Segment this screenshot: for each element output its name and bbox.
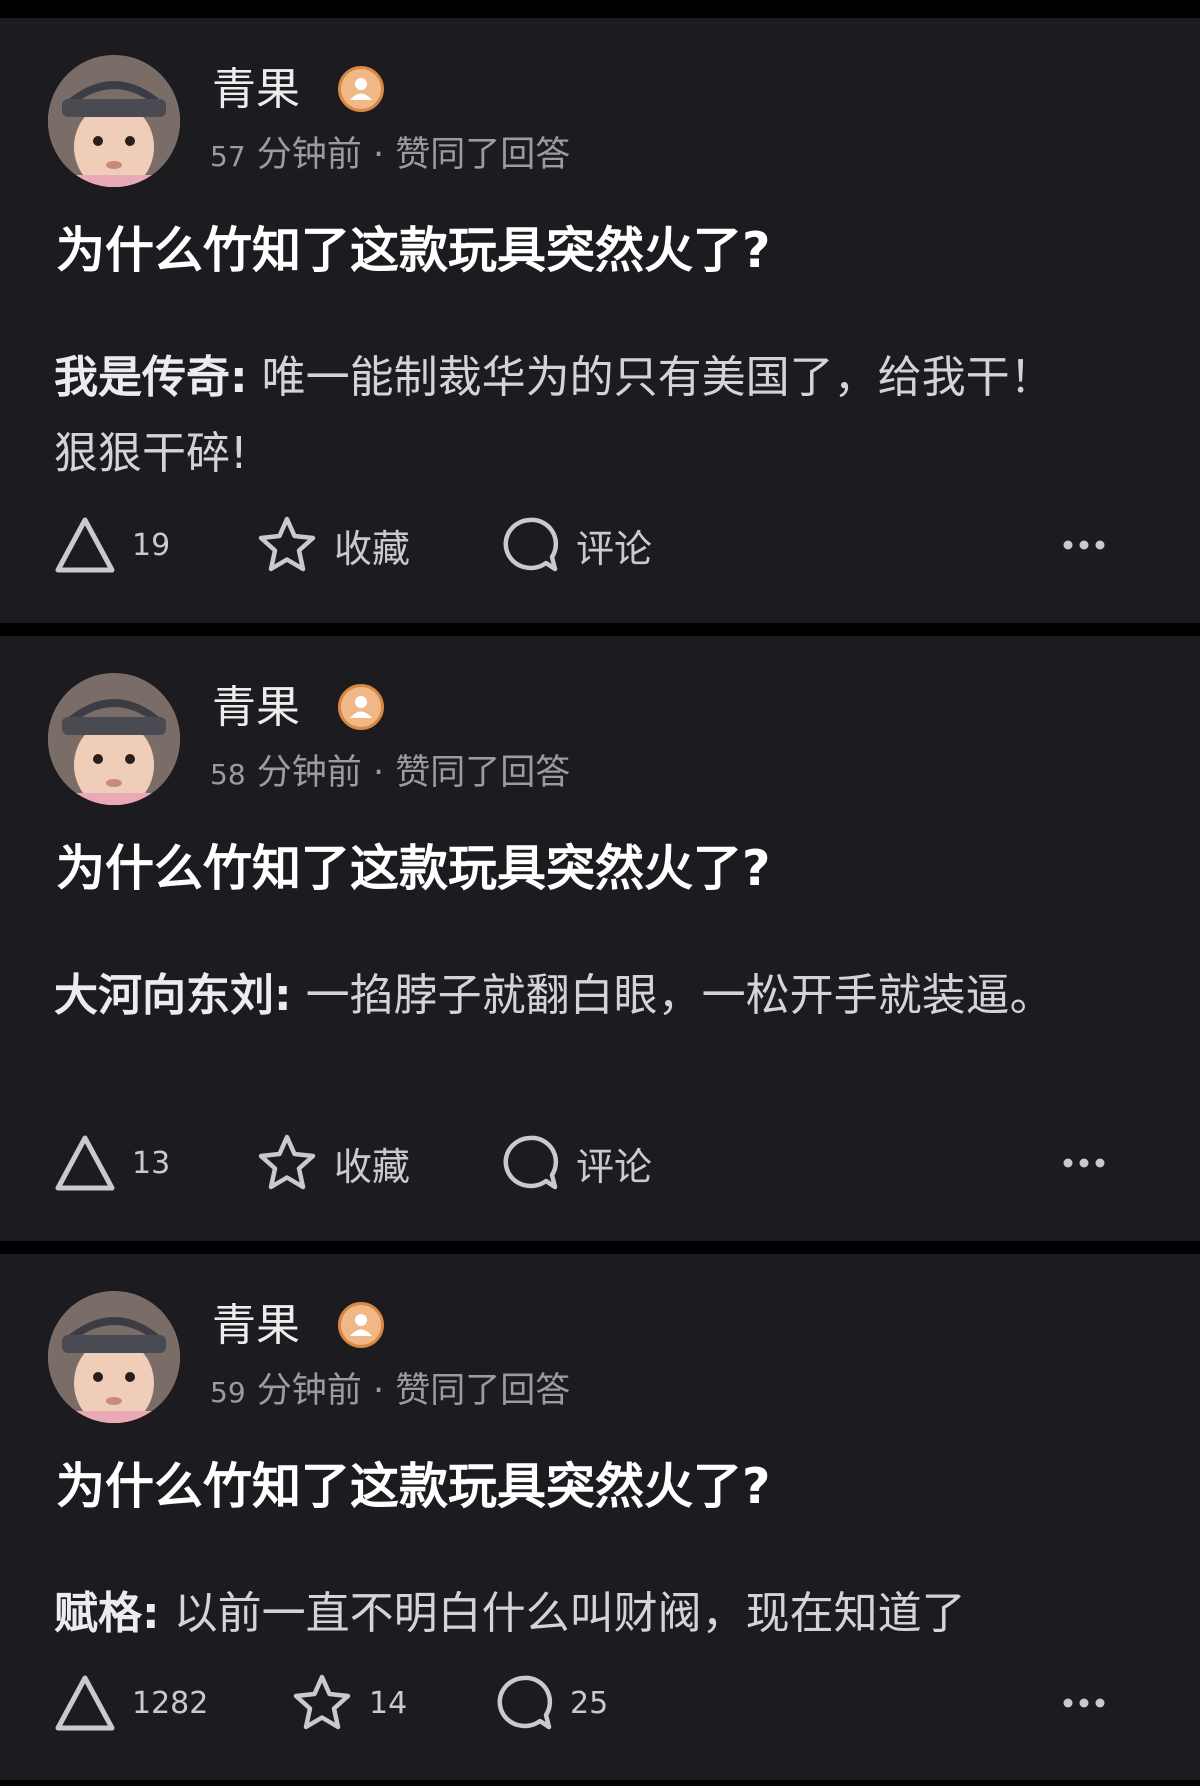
more-dots-icon [1063,1698,1105,1708]
upvote-triangle-icon [55,1675,115,1731]
answer-excerpt[interactable]: 大河向东刘: 一掐脖子就翻白眼，一松开手就装逼。 [54,958,1074,1034]
upvote-button[interactable]: 19 [54,510,170,580]
favorite-count: 14 [369,1685,408,1721]
comment-bubble-icon [497,1675,553,1730]
upvote-count: 13 [132,1145,171,1181]
avatar[interactable] [48,673,180,805]
avatar[interactable] [48,55,180,187]
activity-action: 赞同了回答 [395,1371,571,1411]
star-icon [293,1674,351,1730]
activity-feed: 青果 57 分钟前 · 赞同了回答 为什么竹知了这款玩具突然火了? 我是传奇: … [0,0,1200,1786]
upvote-button[interactable]: 13 [54,1128,170,1198]
time-unit: 分钟前 [256,1371,362,1411]
upvote-triangle-icon [55,1135,115,1191]
answer-excerpt[interactable]: 赋格: 以前一直不明白什么叫财阀，现在知道了 [54,1576,1074,1652]
activity-meta: 59 分钟前 · 赞同了回答 [210,1366,570,1418]
activity-action: 赞同了回答 [395,135,571,175]
comment-label: 评论 [576,526,653,571]
comment-bubble-icon [503,517,559,572]
favorite-button[interactable]: 收藏 [256,1128,410,1198]
feed-card[interactable]: 青果 57 分钟前 · 赞同了回答 为什么竹知了这款玩具突然火了? 我是传奇: … [0,18,1200,623]
username[interactable]: 青果 [212,60,300,120]
answer-colon: : [142,1588,160,1639]
time-unit: 分钟前 [256,135,362,175]
upvote-triangle-icon [55,517,115,573]
comment-button[interactable]: 评论 [500,1128,652,1198]
activity-meta: 57 分钟前 · 赞同了回答 [210,130,570,182]
avatar[interactable] [48,1291,180,1423]
more-button[interactable] [1062,510,1106,580]
more-button[interactable] [1062,1128,1106,1198]
comment-count: 25 [570,1685,609,1721]
favorite-button[interactable]: 14 [291,1668,407,1738]
activity-action: 赞同了回答 [395,753,571,793]
answer-author: 大河向东刘 [54,970,274,1021]
more-button[interactable] [1062,1668,1106,1738]
activity-meta: 58 分钟前 · 赞同了回答 [210,748,570,800]
user-badge-icon [338,1302,384,1348]
time-unit: 分钟前 [256,753,362,793]
upvote-count: 19 [132,527,171,563]
star-icon [258,1134,316,1190]
question-title[interactable]: 为什么竹知了这款玩具突然火了? [56,834,770,904]
answer-colon: : [230,352,248,403]
answer-author: 我是传奇 [54,352,230,403]
time-number: 59 [210,1376,246,1409]
user-badge-icon [338,66,384,112]
username[interactable]: 青果 [212,678,300,738]
favorite-label: 收藏 [334,1144,411,1189]
action-bar: 1282 14 25 [54,1668,1154,1738]
upvote-button[interactable]: 1282 [54,1668,208,1738]
feed-card[interactable]: 青果 58 分钟前 · 赞同了回答 为什么竹知了这款玩具突然火了? 大河向东刘:… [0,636,1200,1241]
comment-label: 评论 [576,1144,653,1189]
time-number: 58 [210,758,246,791]
answer-text: 以前一直不明白什么叫财阀，现在知道了 [173,1588,966,1639]
meta-separator: · [372,135,385,175]
user-badge-icon [338,684,384,730]
comment-bubble-icon [503,1135,559,1190]
more-dots-icon [1063,540,1105,550]
question-title[interactable]: 为什么竹知了这款玩具突然火了? [56,216,770,286]
username[interactable]: 青果 [212,1296,300,1356]
answer-text: 一掐脖子就翻白眼，一松开手就装逼。 [305,970,1054,1021]
action-bar: 19 收藏 评论 [54,510,1154,580]
question-title[interactable]: 为什么竹知了这款玩具突然火了? [56,1452,770,1522]
favorite-button[interactable]: 收藏 [256,510,410,580]
comment-button[interactable]: 评论 [500,510,652,580]
feed-card[interactable]: 青果 59 分钟前 · 赞同了回答 为什么竹知了这款玩具突然火了? 赋格: 以前… [0,1254,1200,1780]
answer-author: 赋格 [54,1588,142,1639]
meta-separator: · [372,753,385,793]
more-dots-icon [1063,1158,1105,1168]
meta-separator: · [372,1371,385,1411]
time-number: 57 [210,140,246,173]
answer-excerpt[interactable]: 我是传奇: 唯一能制裁华为的只有美国了，给我干！狠狠干碎! [54,340,1074,492]
favorite-label: 收藏 [334,526,411,571]
action-bar: 13 收藏 评论 [54,1128,1154,1198]
answer-colon: : [274,970,292,1021]
upvote-count: 1282 [132,1685,209,1721]
star-icon [258,516,316,572]
comment-button[interactable]: 25 [494,1668,608,1738]
